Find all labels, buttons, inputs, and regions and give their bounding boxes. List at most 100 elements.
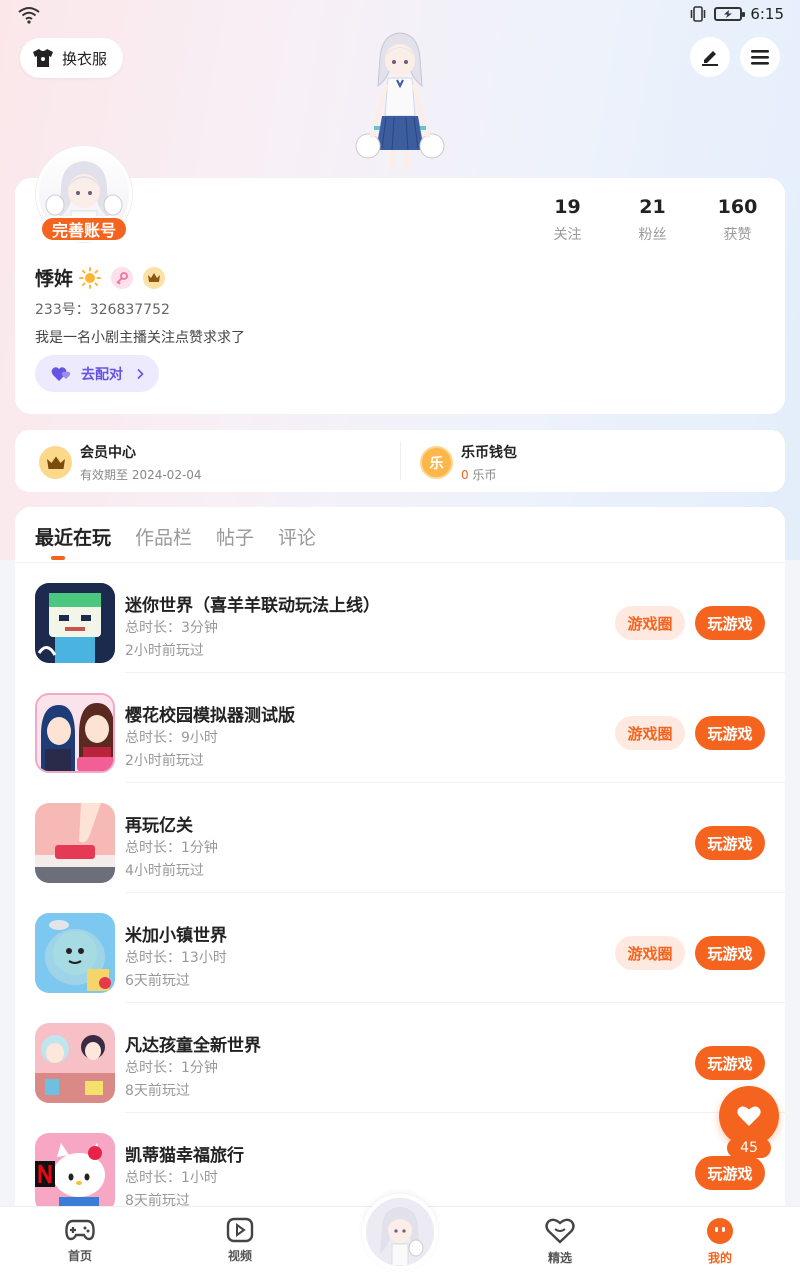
stat-label: 获赞 [723, 227, 752, 243]
heart-chat-icon [545, 1218, 575, 1244]
avatar-character[interactable] [352, 28, 448, 180]
crown-icon [39, 446, 72, 479]
tab-works[interactable]: 作品栏 [135, 523, 192, 550]
coin-wallet-title: 乐币钱包 [461, 445, 517, 461]
change-outfit-label: 换衣服 [62, 49, 108, 68]
go-pair-button[interactable]: 去配对 [35, 355, 159, 392]
nickname: 悸姩 [35, 268, 74, 290]
nav-item-video[interactable]: 视频 [210, 1217, 270, 1264]
vip-center-expiry: 有效期至 2024-02-04 [80, 468, 202, 482]
play-game-button[interactable]: 玩游戏 [695, 1046, 765, 1080]
tab-comments[interactable]: 评论 [278, 523, 316, 550]
floating-like-button[interactable] [719, 1086, 779, 1146]
play-game-button[interactable]: 玩游戏 [695, 1156, 765, 1190]
game-circle-button[interactable]: 游戏圈 [615, 606, 685, 640]
game-circle-button[interactable]: 游戏圈 [615, 716, 685, 750]
game-last-played: 4小时前玩过 [125, 863, 204, 879]
game-last-played: 6天前玩过 [125, 973, 190, 989]
game-name: 迷你世界（喜羊羊联动玩法上线） [125, 596, 380, 616]
stat-number: 19 [554, 196, 581, 218]
stat-likes[interactable]: 160 获赞 [695, 196, 780, 244]
nav-item-featured[interactable]: 精选 [530, 1217, 590, 1266]
like-count-badge: 45 [727, 1138, 771, 1158]
vip-center-title: 会员中心 [80, 445, 136, 461]
crown-badge-icon[interactable] [143, 266, 166, 289]
game-duration: 总时长：13小时 [125, 950, 227, 966]
user-bio: 我是一名小剧主播关注点赞求求了 [35, 330, 245, 346]
play-game-button[interactable]: 玩游戏 [695, 826, 765, 860]
game-duration: 总时长：3分钟 [125, 620, 218, 636]
game-duration: 总时长：1分钟 [125, 1060, 218, 1076]
battery-icon [714, 7, 746, 21]
game-duration: 总时长：1小时 [125, 1170, 218, 1186]
tab-recent-played[interactable]: 最近在玩 [35, 523, 111, 550]
play-icon [226, 1217, 254, 1243]
game-name: 樱花校园模拟器测试版 [125, 706, 295, 726]
divider [400, 442, 401, 480]
gamepad-icon [65, 1219, 95, 1241]
game-icon-miga-town[interactable] [35, 913, 115, 993]
profile-tabs: 最近在玩 作品栏 帖子 评论 [35, 523, 316, 550]
profile-stats: 19 关注 21 粉丝 160 获赞 [525, 196, 780, 244]
coin-icon: 乐 [420, 446, 453, 479]
list-item[interactable]: 再玩亿关 总时长：1分钟 4小时前玩过 玩游戏 [15, 783, 785, 893]
play-game-button[interactable]: 玩游戏 [695, 936, 765, 970]
list-item[interactable]: 樱花校园模拟器测试版 总时长：9小时 2小时前玩过 游戏圈 玩游戏 [15, 673, 785, 783]
go-pair-label: 去配对 [81, 366, 123, 383]
nav-item-home[interactable]: 首页 [50, 1217, 110, 1264]
game-icon-sakura-school[interactable] [35, 693, 115, 773]
coin-unit: 乐币 [472, 468, 497, 482]
game-icon-fanda-kids[interactable] [35, 1023, 115, 1103]
edit-profile-button[interactable] [690, 37, 730, 77]
membership-card: 会员中心 有效期至 2024-02-04 乐 乐币钱包 0 乐币 [15, 430, 785, 492]
change-outfit-button[interactable]: 换衣服 [20, 38, 124, 78]
sun-icon [79, 266, 102, 289]
heart-icon [737, 1106, 761, 1126]
stat-label: 关注 [553, 227, 582, 243]
nav-label: 首页 [67, 1249, 92, 1263]
center-avatar-image [366, 1198, 434, 1266]
nav-label: 视频 [227, 1249, 252, 1263]
nickname-row: 悸姩 [35, 264, 166, 291]
wifi-icon [18, 7, 40, 24]
play-game-button[interactable]: 玩游戏 [695, 606, 765, 640]
game-icon-hello-kitty[interactable] [35, 1133, 115, 1213]
vip-center-entry[interactable]: 会员中心 有效期至 2024-02-04 [39, 442, 202, 483]
coin-wallet-entry[interactable]: 乐 乐币钱包 0 乐币 [420, 442, 517, 483]
key-badge-icon[interactable] [111, 266, 134, 289]
list-item[interactable]: 凡达孩童全新世界 总时长：1分钟 8天前玩过 玩游戏 [15, 1003, 785, 1113]
pen-icon [702, 51, 718, 66]
game-last-played: 2小时前玩过 [125, 753, 204, 769]
stat-followers[interactable]: 21 粉丝 [610, 196, 695, 244]
nav-label: 我的 [707, 1251, 732, 1265]
game-name: 凡达孩童全新世界 [125, 1036, 261, 1056]
hamburger-icon [751, 50, 769, 65]
game-duration: 总时长：1分钟 [125, 840, 218, 856]
stat-label: 粉丝 [638, 227, 667, 243]
shirt-icon [33, 49, 53, 67]
game-icon-play-again[interactable] [35, 803, 115, 883]
list-item[interactable]: 米加小镇世界 总时长：13小时 6天前玩过 游戏圈 玩游戏 [15, 893, 785, 1003]
complete-account-badge[interactable]: 完善账号 [40, 216, 128, 242]
nav-item-mine[interactable]: 我的 [690, 1217, 750, 1266]
game-name: 再玩亿关 [125, 816, 193, 836]
coin-amount: 0 [461, 468, 469, 482]
coin-icon-char: 乐 [429, 455, 444, 472]
nav-label: 精选 [547, 1251, 572, 1265]
game-duration: 总时长：9小时 [125, 730, 218, 746]
status-time: 6:15 [750, 5, 784, 23]
game-circle-button[interactable]: 游戏圈 [615, 936, 685, 970]
menu-button[interactable] [740, 37, 780, 77]
list-item[interactable]: 迷你世界（喜羊羊联动玩法上线） 总时长：3分钟 2小时前玩过 游戏圈 玩游戏 [15, 563, 785, 673]
game-icon-mini-world[interactable] [35, 583, 115, 663]
stat-number: 160 [717, 196, 758, 218]
play-game-button[interactable]: 玩游戏 [695, 716, 765, 750]
face-icon [707, 1218, 733, 1244]
tab-active-indicator [51, 556, 65, 560]
nav-center-avatar[interactable] [362, 1194, 438, 1270]
game-name: 凯蒂猫幸福旅行 [125, 1146, 244, 1166]
tab-posts[interactable]: 帖子 [216, 523, 254, 550]
game-last-played: 2小时前玩过 [125, 643, 204, 659]
stat-following[interactable]: 19 关注 [525, 196, 610, 244]
vibrate-icon [691, 6, 706, 22]
